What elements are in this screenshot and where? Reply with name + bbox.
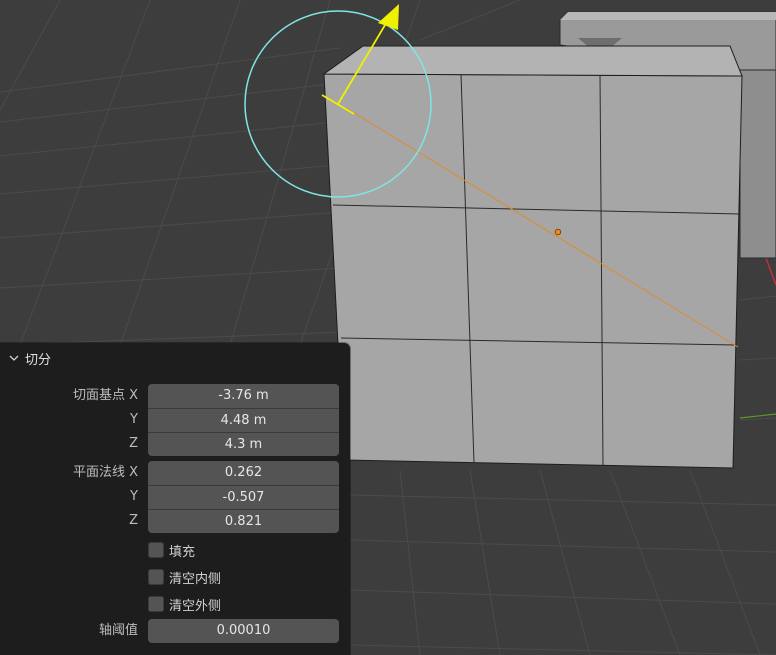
clear-outer-label: 清空外侧 (169, 598, 222, 614)
bisect-operator-panel: 切分 切面基点 X -3.76 m Y 4.48 m Z 4.3 m 平面法线 … (0, 343, 350, 655)
plane-point-x-row: 切面基点 X -3.76 m (0, 384, 350, 408)
clear-outer-checkbox[interactable] (148, 596, 164, 612)
plane-point-y-field[interactable]: 4.48 m (148, 408, 339, 432)
main-cube-mesh[interactable] (322, 45, 743, 469)
plane-point-x-label: 切面基点 X (72, 388, 138, 403)
clear-inner-checkbox-row[interactable]: 清空内侧 (148, 567, 221, 587)
clear-outer-checkbox-row[interactable]: 清空外侧 (148, 594, 221, 614)
plane-point-x-field[interactable]: -3.76 m (148, 384, 339, 408)
axis-threshold-row: 轴阈值 0.00010 (0, 619, 350, 643)
plane-normal-y-label: Y (130, 489, 138, 504)
plane-normal-z-row: Z 0.821 (0, 509, 350, 533)
panel-header[interactable]: 切分 (0, 343, 350, 373)
fill-checkbox-row[interactable]: 填充 (148, 540, 195, 560)
plane-normal-x-row: 平面法线 X 0.262 (0, 461, 350, 485)
clear-inner-label: 清空内侧 (169, 571, 222, 587)
plane-normal-z-label: Z (129, 513, 138, 528)
plane-point-z-label: Z (129, 436, 138, 451)
plane-normal-x-field[interactable]: 0.262 (148, 461, 339, 485)
plane-point-z-row: Z 4.3 m (0, 432, 350, 456)
fill-checkbox[interactable] (148, 542, 164, 558)
plane-normal-x-label: 平面法线 X (72, 465, 138, 480)
clear-inner-checkbox[interactable] (148, 569, 164, 585)
plane-point-y-row: Y 4.48 m (0, 408, 350, 432)
axis-threshold-label: 轴阈值 (98, 623, 138, 638)
fill-label: 填充 (169, 544, 196, 560)
plane-normal-y-row: Y -0.507 (0, 485, 350, 509)
plane-point-z-field[interactable]: 4.3 m (148, 432, 339, 456)
plane-normal-y-field[interactable]: -0.507 (148, 485, 339, 509)
plane-point-y-label: Y (130, 412, 138, 427)
bisect-center-point[interactable] (554, 228, 562, 236)
plane-normal-z-field[interactable]: 0.821 (148, 509, 339, 533)
panel-title: 切分 (25, 352, 52, 368)
axis-threshold-field[interactable]: 0.00010 (148, 619, 339, 643)
chevron-down-icon (9, 355, 19, 361)
